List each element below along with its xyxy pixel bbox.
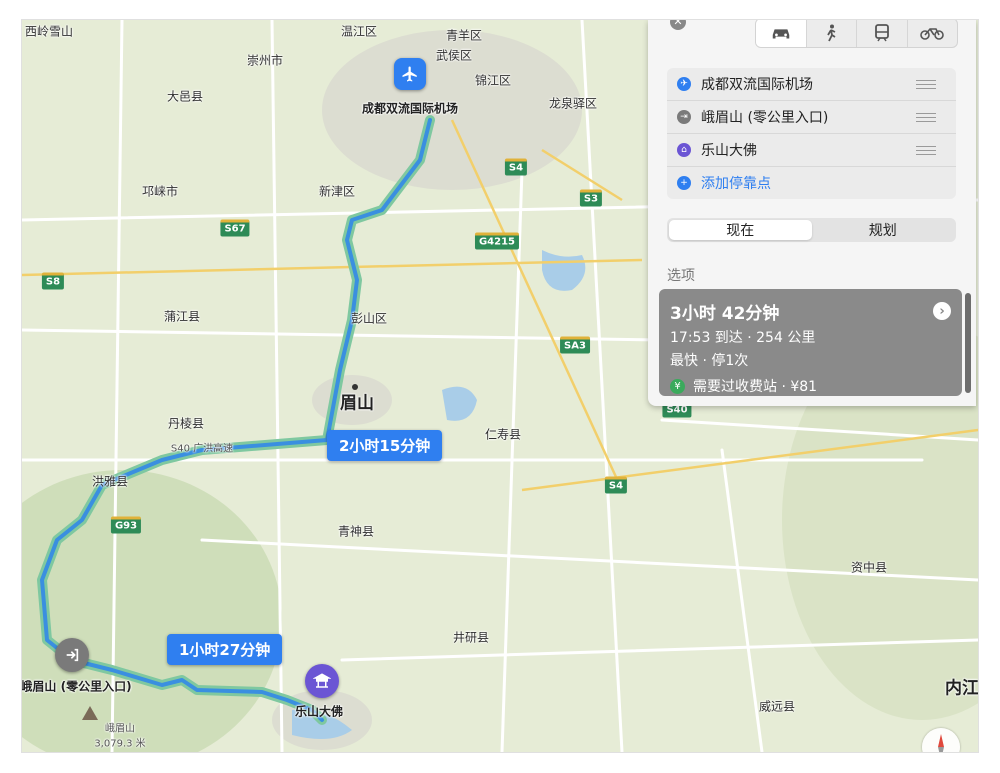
- options-heading: 选项: [667, 268, 695, 284]
- route-duration-label[interactable]: 1小时27分钟: [167, 634, 283, 665]
- temple-icon: ⌂: [677, 143, 691, 157]
- bike-icon: [920, 28, 945, 40]
- stop-label: 乐山大佛: [701, 143, 757, 159]
- add-stop-button[interactable]: + 添加停靠点: [667, 167, 956, 199]
- mode-cycling[interactable]: [906, 20, 958, 47]
- place-label: 内江: [945, 678, 978, 699]
- scrollbar[interactable]: [965, 293, 971, 393]
- yen-icon: ¥: [670, 378, 685, 394]
- place-label: 洪雅县: [91, 474, 129, 489]
- highway-shield: S4: [504, 158, 528, 176]
- car-icon: [772, 29, 789, 39]
- place-label: 丹棱县: [167, 416, 205, 431]
- stops-list: ✈ 成都双流国际机场 ⇥ 峨眉山 (零公里入口) ⌂ 乐山大佛 + 添加停靠点: [667, 68, 956, 199]
- temple-pin[interactable]: [305, 664, 339, 698]
- place-label: 龙泉驿区: [548, 96, 598, 111]
- place-label: 新津区: [318, 184, 356, 199]
- place-label: 井研县: [452, 630, 490, 645]
- toll-label: 需要过收费站 · ¥81: [693, 379, 818, 395]
- place-label: 仁寿县: [484, 427, 522, 442]
- mode-driving[interactable]: [756, 20, 806, 47]
- road-label: S40 广洪高速: [170, 443, 234, 455]
- place-label: 资中县: [850, 560, 888, 575]
- place-label: 青羊区: [445, 28, 483, 43]
- drag-handle-icon[interactable]: [916, 80, 936, 92]
- highway-shield: S3: [579, 189, 603, 207]
- drag-handle-icon[interactable]: [916, 146, 936, 158]
- directions-panel: ✕ ✈ 成都双流国际机场 ⇥ 峨眉山 (零公里入口) ⌂ 乐山大佛 + 添加停靠…: [648, 20, 976, 406]
- drag-handle-icon[interactable]: [916, 113, 936, 125]
- place-label: 蒲江县: [163, 309, 201, 324]
- place-label: 武侯区: [435, 48, 473, 63]
- highway-shield: SA3: [560, 336, 590, 354]
- highway-shield: G93: [110, 516, 142, 534]
- place-label: 眉山: [340, 393, 374, 414]
- highway-shield: G4215: [474, 232, 520, 250]
- tab-now[interactable]: 现在: [669, 220, 812, 240]
- highway-shield: S67: [220, 219, 250, 237]
- place-label: 彭山区: [350, 311, 388, 326]
- place-label: 邛崃市: [141, 184, 179, 199]
- place-label: 温江区: [340, 24, 378, 39]
- highway-shield: S8: [41, 272, 65, 290]
- place-label: 乐山大佛: [294, 704, 344, 719]
- place-label: 3,079.3 米: [94, 738, 146, 750]
- mode-walking[interactable]: [805, 20, 857, 47]
- toll-info: ¥ 需要过收费站 · ¥81: [670, 376, 951, 396]
- stop-item-destination[interactable]: ⌂ 乐山大佛: [667, 134, 956, 167]
- compass-icon[interactable]: [922, 728, 960, 752]
- place-label: 青神县: [337, 524, 375, 539]
- exit-icon: ⇥: [677, 110, 691, 124]
- chevron-right-icon[interactable]: ›: [933, 302, 951, 320]
- departure-time-toggle: 现在 规划: [667, 218, 956, 242]
- exit-icon: [66, 648, 79, 662]
- map-window: 西岭雪山 温江区 青羊区 武侯区 锦江区 崇州市 大邑县 成都双流国际机场 龙泉…: [22, 20, 978, 752]
- plane-icon: ✈: [677, 77, 691, 91]
- highway-shield: S4: [604, 476, 628, 494]
- place-label: 峨眉山 (零公里入口): [22, 679, 132, 694]
- mode-transit[interactable]: [856, 20, 907, 47]
- stop-label: 峨眉山 (零公里入口): [701, 110, 829, 126]
- place-label: 成都双流国际机场: [361, 101, 459, 116]
- transport-mode-bar: [755, 20, 958, 48]
- route-arrival: 17:53 到达 · 254 公里: [670, 330, 816, 346]
- route-tags: 最快 · 停1次: [670, 353, 749, 369]
- place-label: 西岭雪山: [24, 24, 74, 39]
- plus-icon: +: [677, 176, 691, 190]
- place-label: 锦江区: [474, 73, 512, 88]
- transit-icon: [874, 24, 889, 42]
- place-label: 峨眉山: [105, 723, 135, 735]
- place-label: 大邑县: [166, 89, 204, 104]
- route-option-card[interactable]: 3小时 42分钟 17:53 到达 · 254 公里 最快 · 停1次 ¥ 需要…: [659, 289, 962, 396]
- tab-schedule[interactable]: 规划: [812, 220, 955, 240]
- airport-pin[interactable]: [394, 58, 426, 90]
- close-icon[interactable]: ✕: [670, 20, 686, 30]
- temple-icon: [313, 673, 331, 688]
- stop-label: 成都双流国际机场: [701, 77, 813, 93]
- add-stop-label: 添加停靠点: [701, 176, 771, 192]
- stop-item-origin[interactable]: ✈ 成都双流国际机场: [667, 68, 956, 101]
- exit-pin[interactable]: [55, 638, 89, 672]
- route-duration-label[interactable]: 2小时15分钟: [327, 430, 443, 461]
- route-duration: 3小时 42分钟: [670, 304, 780, 324]
- place-label: 威远县: [758, 699, 796, 714]
- walk-icon: [827, 24, 836, 42]
- place-label: 崇州市: [246, 53, 284, 68]
- stop-item-waypoint[interactable]: ⇥ 峨眉山 (零公里入口): [667, 101, 956, 134]
- plane-icon: [402, 66, 417, 82]
